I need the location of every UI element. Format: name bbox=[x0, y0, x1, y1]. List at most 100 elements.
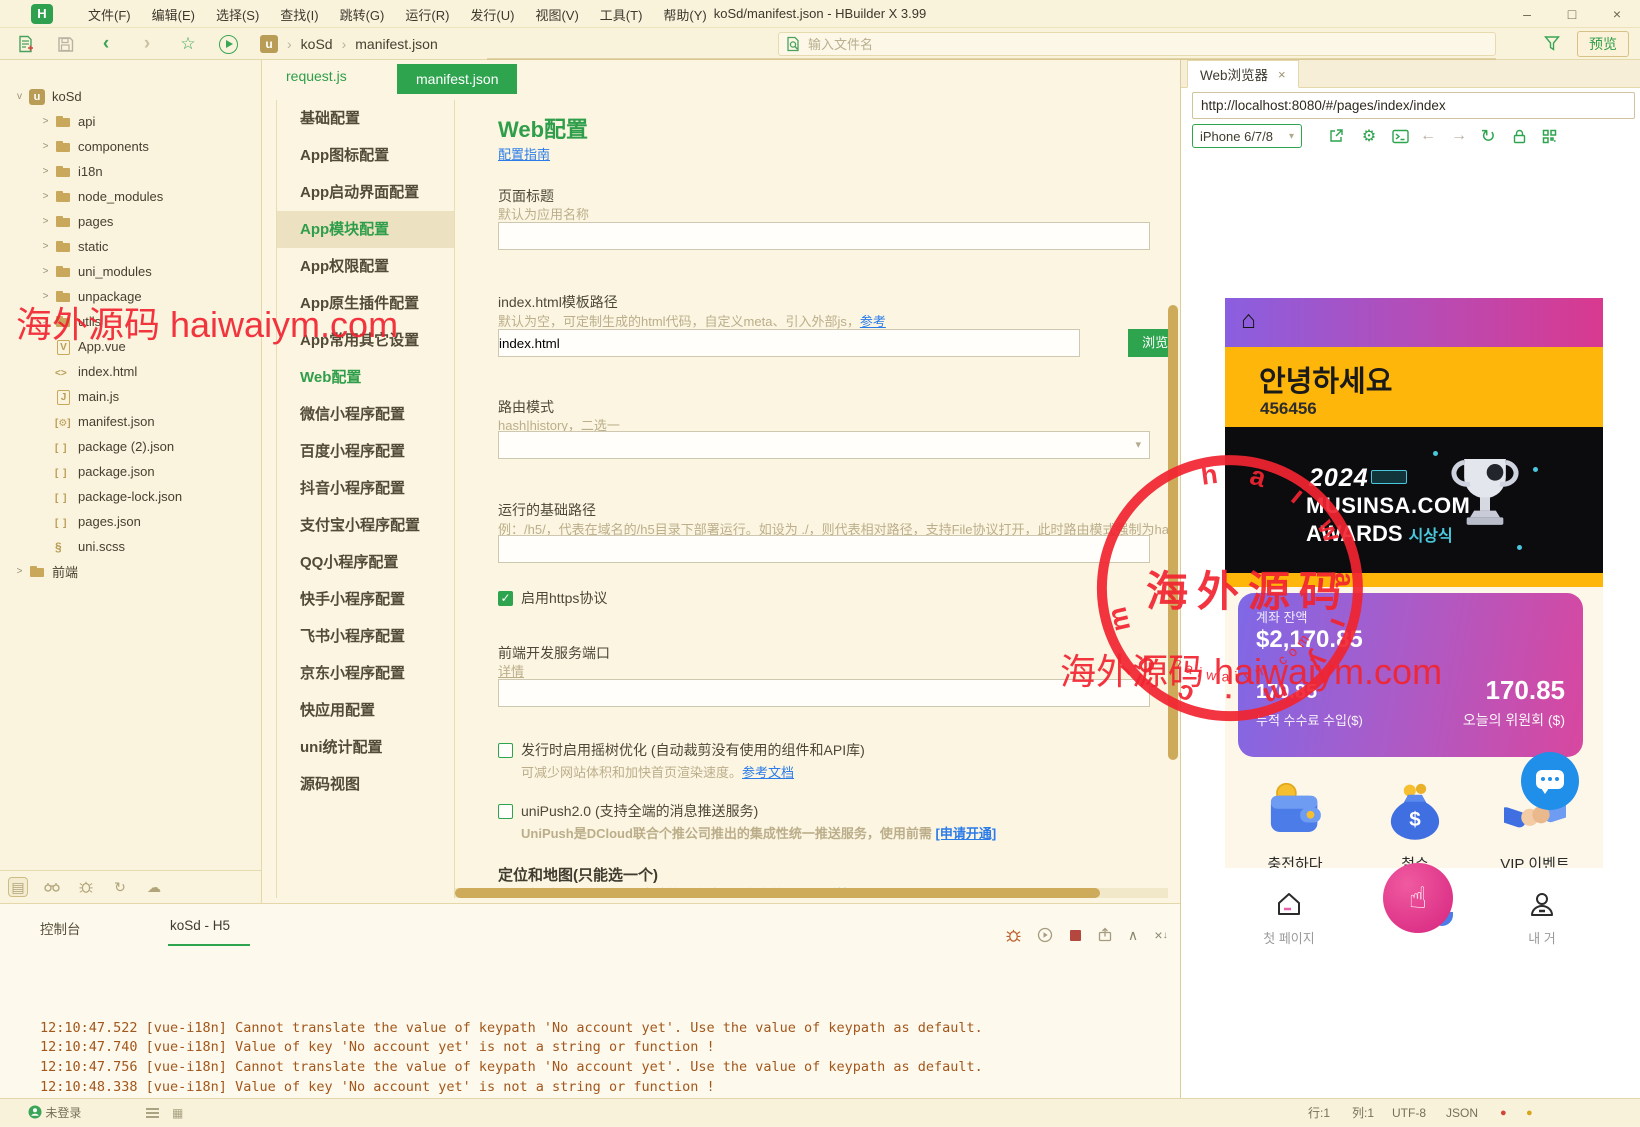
tree-row[interactable]: manifest.json bbox=[0, 409, 261, 434]
config-nav-item[interactable]: App权限配置 bbox=[277, 248, 454, 285]
tree-row[interactable]: > api bbox=[0, 109, 261, 134]
nav-mine[interactable]: 내 거 bbox=[1497, 890, 1587, 947]
unipush-apply-link[interactable]: [申请开通] bbox=[936, 826, 997, 841]
tree-row[interactable]: > 前端 bbox=[0, 559, 261, 584]
chevron-icon[interactable]: > bbox=[39, 216, 52, 227]
tree-row[interactable]: main.js bbox=[0, 384, 261, 409]
console-export-icon[interactable] bbox=[1094, 926, 1116, 944]
tree-row[interactable]: package.json bbox=[0, 459, 261, 484]
config-nav-item[interactable]: App模块配置 bbox=[277, 211, 454, 248]
browse-button[interactable]: 浏览... bbox=[1128, 329, 1168, 357]
menu-item[interactable]: 文件(F) bbox=[88, 5, 131, 24]
config-nav-item[interactable]: App启动界面配置 bbox=[277, 174, 454, 211]
tree-row[interactable]: uni.scss bbox=[0, 534, 261, 559]
tab-console[interactable]: 控制台 bbox=[40, 918, 81, 938]
console-bug-icon[interactable] bbox=[1002, 926, 1024, 944]
maximize-button[interactable]: □ bbox=[1555, 0, 1589, 28]
grid-view-icon[interactable]: ▦ bbox=[172, 1099, 183, 1127]
preview-button[interactable]: 预览 bbox=[1577, 31, 1629, 57]
config-nav-item[interactable]: App常用其它设置 bbox=[277, 322, 454, 359]
qr-code-icon[interactable] bbox=[1537, 124, 1561, 148]
console-restart-icon[interactable] bbox=[1034, 926, 1056, 944]
treeshake-doc-link[interactable]: 参考文档 bbox=[742, 765, 794, 780]
tree-row[interactable]: > pages bbox=[0, 209, 261, 234]
debug-bug-icon[interactable] bbox=[76, 877, 96, 897]
tab-close-icon[interactable]: × bbox=[1278, 67, 1286, 82]
tree-row[interactable]: > static bbox=[0, 234, 261, 259]
tree-row[interactable]: > unpackage bbox=[0, 284, 261, 309]
task-list-icon[interactable] bbox=[146, 1099, 159, 1127]
config-nav-item[interactable]: QQ小程序配置 bbox=[277, 544, 454, 581]
template-path-input[interactable] bbox=[498, 329, 1080, 357]
open-external-icon[interactable] bbox=[1324, 124, 1348, 148]
breadcrumb-project[interactable]: koSd bbox=[301, 36, 333, 52]
config-nav-item[interactable]: 快手小程序配置 bbox=[277, 581, 454, 618]
config-nav-item[interactable]: App图标配置 bbox=[277, 137, 454, 174]
new-file-button[interactable] bbox=[12, 32, 38, 56]
promo-banner[interactable]: 2024 MUSINSA.COM AWARDS시상식 bbox=[1225, 427, 1603, 573]
feature-recharge[interactable]: 충전하다 bbox=[1240, 782, 1350, 874]
browser-url-input[interactable] bbox=[1192, 92, 1635, 119]
config-nav-item[interactable]: 基础配置 bbox=[277, 100, 454, 137]
menu-item[interactable]: 编辑(E) bbox=[152, 5, 195, 24]
encoding-indicator[interactable]: UTF-8 bbox=[1392, 1099, 1426, 1127]
chevron-icon[interactable]: > bbox=[39, 166, 52, 177]
router-mode-select[interactable]: ▾ bbox=[498, 431, 1150, 459]
tab-manifest-json[interactable]: manifest.json bbox=[397, 64, 517, 94]
tree-row[interactable]: > components bbox=[0, 134, 261, 159]
console-close-icon[interactable]: ×↓ bbox=[1150, 926, 1172, 944]
tree-row[interactable]: > utils bbox=[0, 309, 261, 334]
cloud-icon[interactable]: ☁ bbox=[144, 877, 164, 897]
console-stop-icon[interactable] bbox=[1064, 926, 1086, 944]
config-nav-item[interactable]: 源码视图 bbox=[277, 766, 454, 803]
chevron-icon[interactable]: > bbox=[39, 316, 52, 327]
run-button[interactable] bbox=[215, 32, 241, 56]
tree-row[interactable]: package-lock.json bbox=[0, 484, 261, 509]
scrollbar-thumb[interactable] bbox=[455, 888, 1100, 898]
template-ref-link[interactable]: 参考 bbox=[860, 314, 886, 329]
navigate-back-button[interactable]: ‹ bbox=[93, 32, 119, 56]
file-search-box[interactable] bbox=[778, 32, 1496, 56]
file-search-input[interactable] bbox=[808, 37, 1408, 52]
config-nav-item[interactable]: 支付宝小程序配置 bbox=[277, 507, 454, 544]
login-status[interactable]: 未登录 bbox=[28, 1099, 81, 1127]
config-nav-item[interactable]: 快应用配置 bbox=[277, 692, 454, 729]
chevron-icon[interactable]: > bbox=[39, 241, 52, 252]
tree-row[interactable]: > uni_modules bbox=[0, 259, 261, 284]
lock-icon[interactable] bbox=[1507, 124, 1531, 148]
treeshake-checkbox[interactable] bbox=[498, 743, 513, 758]
unipush-checkbox-row[interactable]: uniPush2.0 (支持全端的消息推送服务) bbox=[498, 801, 758, 821]
config-nav-item[interactable]: 微信小程序配置 bbox=[277, 396, 454, 433]
chevron-icon[interactable]: > bbox=[39, 266, 52, 277]
browser-forward-icon[interactable]: → bbox=[1447, 124, 1471, 148]
config-nav-item[interactable]: Web配置 bbox=[277, 359, 454, 396]
notification-gold-dot[interactable]: ● bbox=[1526, 1099, 1533, 1127]
refresh-icon[interactable]: ↻ bbox=[1476, 124, 1500, 148]
feature-withdraw[interactable]: $ 철수 bbox=[1360, 782, 1470, 874]
dev-port-detail-link[interactable]: 详情 bbox=[498, 661, 524, 680]
center-action-button[interactable]: ☝ bbox=[1383, 863, 1453, 933]
bookmark-star-button[interactable]: ☆ bbox=[175, 32, 201, 56]
tree-row[interactable]: index.html bbox=[0, 359, 261, 384]
https-checkbox-row[interactable]: 启用https协议 bbox=[498, 588, 607, 608]
tab-run-kosd-h5[interactable]: koSd - H5 bbox=[170, 918, 230, 933]
terminal-icon[interactable] bbox=[1388, 124, 1412, 148]
gear-icon[interactable]: ⚙ bbox=[1357, 124, 1381, 148]
config-nav-item[interactable]: 百度小程序配置 bbox=[277, 433, 454, 470]
menu-item[interactable]: 跳转(G) bbox=[340, 5, 385, 24]
tree-row[interactable]: pages.json bbox=[0, 509, 261, 534]
page-title-input[interactable] bbox=[498, 222, 1150, 250]
dev-port-input[interactable] bbox=[498, 679, 1150, 707]
home-icon[interactable]: ⌂ bbox=[1241, 306, 1256, 335]
chat-bubble-button[interactable] bbox=[1521, 752, 1579, 810]
chevron-icon[interactable]: > bbox=[39, 116, 52, 127]
chevron-icon[interactable]: v bbox=[13, 91, 26, 102]
menu-item[interactable]: 选择(S) bbox=[216, 5, 259, 24]
menu-item[interactable]: 视图(V) bbox=[535, 5, 578, 24]
search-binoculars-icon[interactable] bbox=[42, 877, 62, 897]
files-view-icon[interactable]: ▤ bbox=[8, 877, 28, 897]
vertical-scrollbar-thumb[interactable] bbox=[1168, 305, 1178, 760]
base-path-input[interactable] bbox=[498, 535, 1150, 563]
horizontal-scrollbar[interactable] bbox=[455, 888, 1168, 898]
nav-home[interactable]: 첫 페이지 bbox=[1244, 890, 1334, 947]
